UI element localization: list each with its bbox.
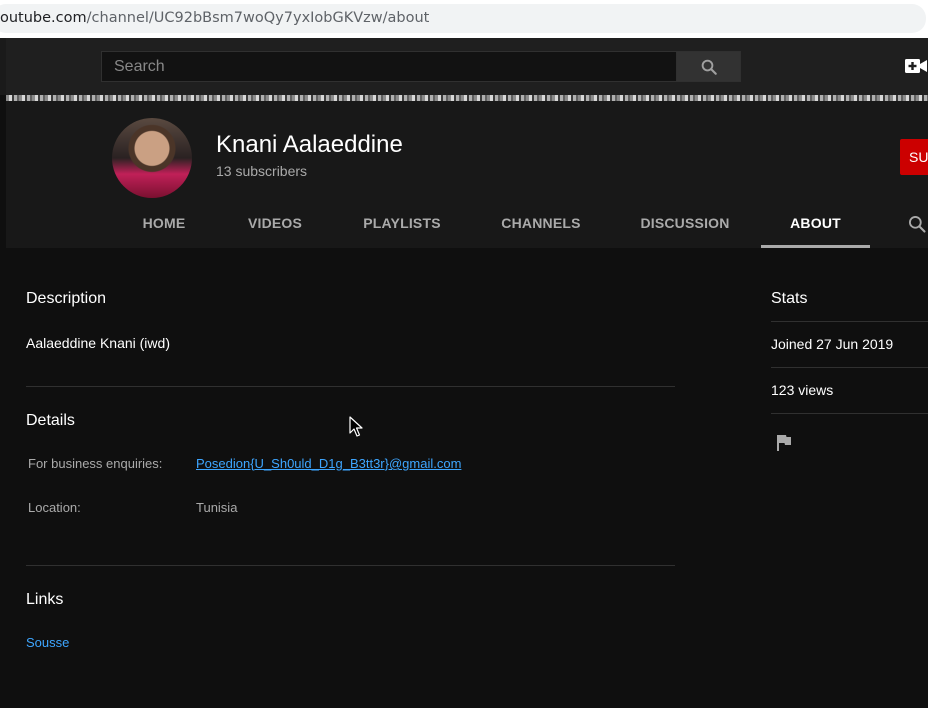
- browser-toolbar: outube.com/channel/UC92bBsm7woQy7yxIobGK…: [0, 0, 928, 38]
- guide-edge: [0, 38, 6, 95]
- subscribe-button[interactable]: SU: [900, 139, 928, 175]
- tab-discussion[interactable]: DISCUSSION: [634, 201, 736, 248]
- links-title: Links: [26, 591, 64, 608]
- search-button[interactable]: [676, 51, 741, 82]
- channel-search-icon[interactable]: [907, 214, 927, 234]
- description-text: Aalaeddine Knani (iwd): [26, 335, 170, 351]
- view-count: 123 views: [771, 382, 834, 398]
- search-icon: [701, 59, 717, 75]
- masthead: [0, 38, 928, 95]
- tab-playlists[interactable]: PLAYLISTS: [358, 201, 446, 248]
- search-input[interactable]: [102, 52, 676, 81]
- channel-name: Knani Aalaeddine: [216, 131, 403, 158]
- details-title: Details: [26, 412, 75, 429]
- about-section: Description Aalaeddine Knani (iwd) Detai…: [6, 248, 928, 708]
- address-bar[interactable]: outube.com/channel/UC92bBsm7woQy7yxIobGK…: [0, 4, 926, 33]
- search-box[interactable]: [101, 51, 676, 82]
- tab-home[interactable]: HOME: [135, 201, 193, 248]
- tab-about[interactable]: ABOUT: [761, 201, 870, 248]
- stats-divider: [771, 321, 928, 322]
- tab-channels[interactable]: CHANNELS: [496, 201, 586, 248]
- location-value: Tunisia: [196, 500, 238, 515]
- video-camera-plus-icon[interactable]: [905, 58, 927, 74]
- tab-videos[interactable]: VIDEOS: [242, 201, 308, 248]
- channel-link-sousse[interactable]: Sousse: [26, 635, 69, 650]
- subscriber-count: 13 subscribers: [216, 163, 308, 179]
- joined-date: Joined 27 Jun 2019: [771, 336, 894, 352]
- stats-title: Stats: [771, 290, 808, 307]
- flag-icon[interactable]: [776, 434, 792, 452]
- channel-header: Knani Aalaeddine 13 subscribers SU HOME …: [6, 101, 928, 248]
- url-domain: outube.com: [0, 10, 87, 26]
- business-enquiries-label: For business enquiries:: [28, 456, 163, 471]
- business-email-link[interactable]: Posedion{U_Sh0uld_D1g_B3tt3r}@gmail.com: [196, 456, 461, 471]
- url-path: /channel/UC92bBsm7woQy7yxIobGKVzw/about: [86, 10, 430, 26]
- channel-avatar[interactable]: [112, 118, 192, 198]
- stats-divider: [771, 367, 928, 368]
- location-label: Location:: [28, 500, 81, 515]
- business-email-value: Posedion{U_Sh0uld_D1g_B3tt3r}@gmail.com: [196, 456, 461, 471]
- stats-divider: [771, 413, 928, 414]
- section-divider: [26, 565, 675, 566]
- mouse-pointer-icon: [349, 416, 363, 437]
- section-divider: [26, 386, 675, 387]
- description-title: Description: [26, 290, 107, 307]
